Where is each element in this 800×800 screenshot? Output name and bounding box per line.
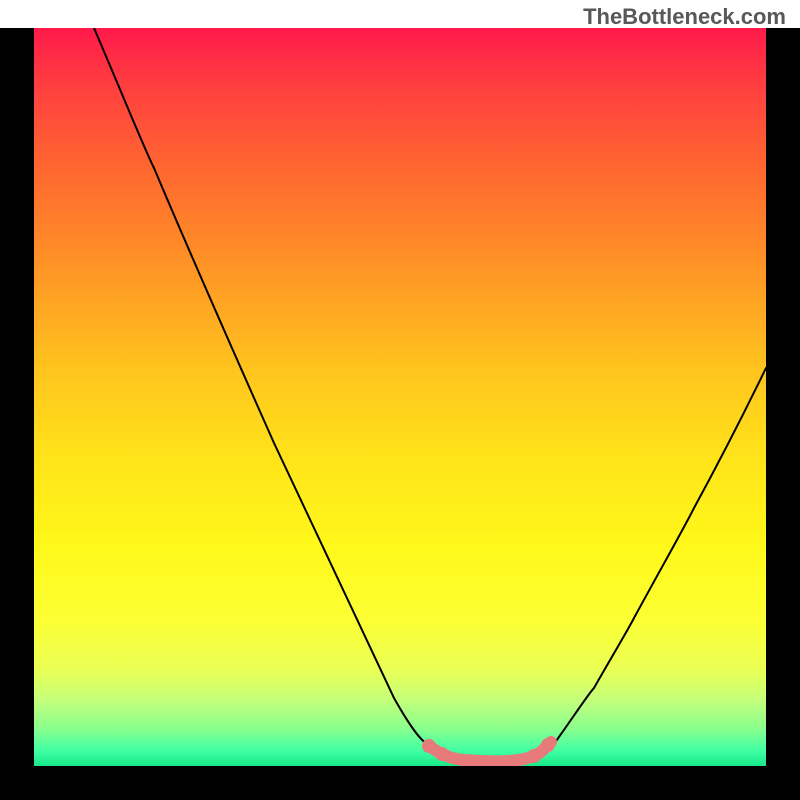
watermark-text: TheBottleneck.com <box>583 4 786 30</box>
highlight-band <box>422 738 555 763</box>
chart-frame <box>0 28 800 800</box>
chart-container: TheBottleneck.com <box>0 0 800 800</box>
bottleneck-curve <box>94 28 766 761</box>
plot-area <box>34 28 766 766</box>
curve-svg <box>34 28 766 766</box>
